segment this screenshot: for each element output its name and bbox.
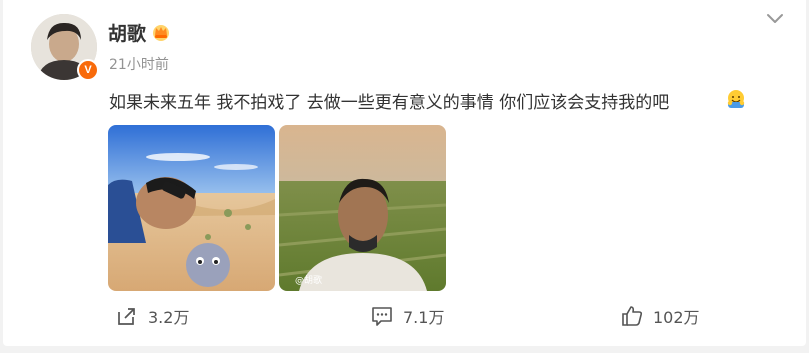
thumbs-up-icon <box>622 306 643 326</box>
share-count: 3.2万 <box>148 308 190 327</box>
weibo-post-card: V 胡歌 21小时前 如果未来五年 我不拍戏了 去做一些更有意义的事情 你们应该… <box>3 0 806 346</box>
author-name[interactable]: 胡歌 <box>108 19 146 46</box>
post-text: 如果未来五年 我不拍戏了 去做一些更有意义的事情 你们应该会支持我的吧 <box>109 93 670 113</box>
share-button[interactable]: 3.2万 <box>116 304 189 328</box>
chevron-down-icon[interactable] <box>766 12 784 26</box>
comment-icon <box>372 307 392 326</box>
like-count: 102万 <box>653 308 700 327</box>
post-image-grassland[interactable]: @胡歌 <box>279 125 446 291</box>
comment-count: 7.1万 <box>403 308 445 327</box>
comment-button[interactable]: 7.1万 <box>371 304 444 328</box>
share-icon <box>118 308 135 325</box>
crown-icon <box>153 25 169 41</box>
like-button[interactable]: 102万 <box>621 304 700 328</box>
post-timestamp[interactable]: 21小时前 <box>109 54 169 74</box>
image-watermark: @胡歌 <box>295 274 322 286</box>
post-image-desert[interactable] <box>108 125 275 291</box>
verified-badge: V <box>77 59 99 81</box>
hugging-emoji <box>727 90 745 108</box>
